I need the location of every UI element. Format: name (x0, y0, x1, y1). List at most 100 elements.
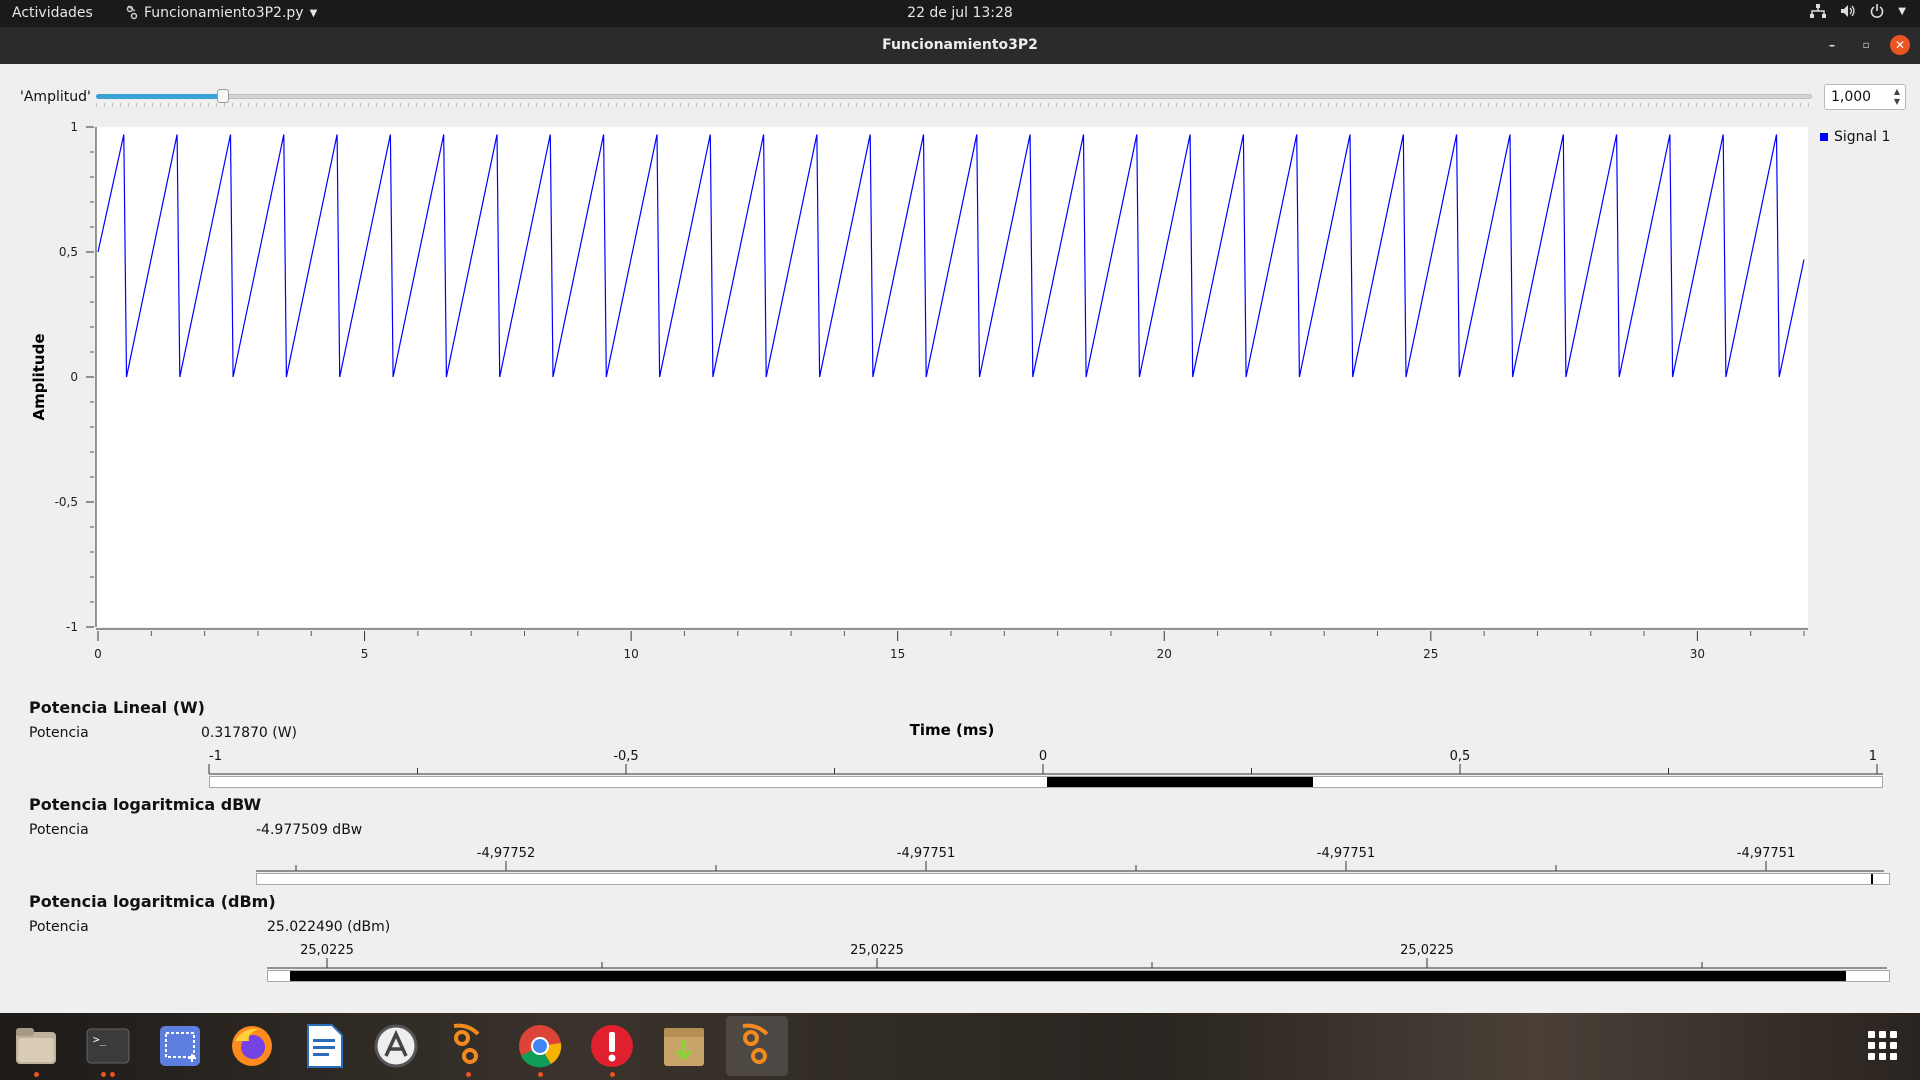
slider-ticks (96, 103, 1812, 107)
close-button[interactable]: ✕ (1890, 35, 1910, 55)
dbw-power-bar (256, 873, 1890, 885)
firefox-icon (232, 1026, 272, 1066)
gnuradio-small-icon (126, 5, 138, 20)
dbw-power-row-label: Potencia (29, 822, 89, 838)
x-tick-label: 5 (361, 647, 369, 661)
x-tick-label: 10 (623, 647, 638, 661)
dock-gnuradio-active[interactable] (726, 1016, 788, 1076)
slider-fill (96, 94, 221, 99)
gnuradio-icon (453, 1023, 480, 1064)
dbw-power-title: Potencia logaritmica dBW (29, 795, 262, 814)
scale-label: -1 (209, 749, 222, 764)
clock[interactable]: 22 de jul 13:28 (907, 5, 1013, 21)
dbw-power-bar-fill (1870, 874, 1873, 884)
scale-label: -0,5 (613, 749, 638, 764)
dbm-power-bar-fill (290, 971, 1846, 981)
x-tick-label: 20 (1157, 647, 1172, 661)
dock-files[interactable] (11, 1021, 61, 1077)
app-menu-button[interactable]: Funcionamiento3P2.py ▼ (126, 5, 317, 21)
chevron-down-icon[interactable]: ▼ (1898, 6, 1906, 17)
linear-power-title: Potencia Lineal (W) (29, 698, 205, 717)
activities-button[interactable]: Actividades (12, 5, 93, 21)
amplitude-label: 'Amplitud' (20, 89, 91, 105)
legend[interactable]: Signal 1 (1820, 129, 1890, 145)
amplitude-slider[interactable] (96, 88, 1812, 108)
y-tick-label: -0,5 (55, 495, 78, 509)
plot-canvas[interactable] (96, 127, 1808, 627)
linear-power-value: 0.317870 (W) (201, 725, 298, 741)
volume-icon[interactable] (1840, 4, 1856, 18)
files-icon (16, 1028, 56, 1064)
window-titlebar[interactable]: Funcionamiento3P2 – ▫ ✕ (0, 27, 1920, 64)
dock-screenshot[interactable] (155, 1021, 205, 1071)
spin-arrows[interactable]: ▲ ▼ (1891, 87, 1903, 107)
y-tick-label: -1 (66, 620, 78, 634)
running-indicator (538, 1072, 543, 1077)
dbm-power-title: Potencia logaritmica (dBm) (29, 892, 276, 911)
dock-gnuradio[interactable] (443, 1021, 493, 1077)
archive-manager-icon (664, 1028, 704, 1066)
linear-power-scale: -1 -0,5 0 0,5 1 (208, 749, 1883, 775)
running-indicator (101, 1072, 106, 1077)
chrome-icon (519, 1025, 562, 1068)
slider-handle[interactable] (217, 89, 229, 103)
close-icon: ✕ (1894, 38, 1906, 52)
spin-down-icon[interactable]: ▼ (1891, 97, 1903, 107)
scale-label: 25,0225 (850, 943, 904, 958)
time-sink-svg[interactable]: 1 0,5 0 -0,5 -1 0 5 10 15 20 25 30 Time (ms) Amplit… (0, 119, 1920, 739)
dbm-power-row-label: Potencia (29, 919, 89, 935)
linear-power-bar-fill (1047, 777, 1314, 787)
y-tick-label: 0,5 (59, 245, 78, 259)
libreoffice-writer-icon (307, 1024, 343, 1068)
dbw-power-value: -4.977509 dBw (256, 822, 363, 838)
dock-error-report[interactable] (587, 1021, 637, 1077)
dbm-power-bar (267, 970, 1890, 982)
scale-label: 1 (1869, 749, 1877, 764)
scale-label: -4,97751 (1737, 846, 1795, 861)
x-tick-label: 0 (94, 647, 102, 661)
dbw-power-scale: -4,97752 -4,97751 -4,97751 -4,97751 (256, 846, 1884, 872)
software-center-icon (374, 1024, 418, 1068)
slider-groove (96, 94, 1812, 99)
system-tray[interactable]: ▼ (1810, 4, 1906, 18)
app-menu-label: Funcionamiento3P2.py (144, 5, 304, 21)
amplitude-spinbox[interactable]: 1,000 ▲ ▼ (1824, 84, 1906, 110)
window-title: Funcionamiento3P2 (882, 37, 1038, 53)
minimize-icon: – (1829, 38, 1835, 52)
x-tick-label: 15 (890, 647, 905, 661)
dock-software[interactable] (371, 1021, 421, 1071)
show-applications-icon (1868, 1031, 1897, 1060)
scale-label: 25,0225 (300, 943, 354, 958)
scale-label: 0 (1039, 749, 1047, 764)
gnuradio-active-icon (742, 1023, 769, 1064)
error-report-icon (591, 1025, 633, 1067)
svg-text:>_: >_ (93, 1033, 107, 1046)
top-bar: Actividades Funcionamiento3P2.py ▼ 22 de… (0, 0, 1920, 27)
network-icon[interactable] (1810, 4, 1827, 18)
amplitude-value: 1,000 (1831, 89, 1872, 105)
linear-power-bar (209, 776, 1883, 788)
power-icon[interactable] (1870, 4, 1884, 18)
x-tick-label: 30 (1690, 647, 1705, 661)
dock-chrome[interactable] (515, 1021, 565, 1077)
dock-writer[interactable] (299, 1021, 349, 1071)
y-tick-label: 1 (70, 120, 78, 134)
dbm-power-value: 25.022490 (dBm) (267, 919, 391, 935)
x-axis-label: Time (ms) (910, 721, 995, 739)
dock-terminal[interactable]: >_ (83, 1021, 133, 1077)
dock-firefox[interactable] (227, 1021, 277, 1071)
show-applications-button[interactable] (1858, 1021, 1908, 1071)
running-indicator (610, 1072, 615, 1077)
running-indicator (34, 1072, 39, 1077)
minimize-button[interactable]: – (1822, 35, 1842, 55)
screenshot-icon (160, 1026, 200, 1066)
running-indicator (466, 1072, 471, 1077)
spin-up-icon[interactable]: ▲ (1891, 87, 1903, 97)
time-sink-plot[interactable]: 1 0,5 0 -0,5 -1 0 5 10 15 20 25 30 Time (ms) Amplit… (0, 119, 1920, 739)
scale-label: 25,0225 (1400, 943, 1454, 958)
terminal-icon: >_ (86, 1028, 130, 1064)
legend-entry: Signal 1 (1834, 129, 1891, 145)
maximize-button[interactable]: ▫ (1856, 35, 1876, 55)
chevron-down-icon: ▼ (309, 7, 318, 19)
dock-archive[interactable] (659, 1021, 709, 1071)
